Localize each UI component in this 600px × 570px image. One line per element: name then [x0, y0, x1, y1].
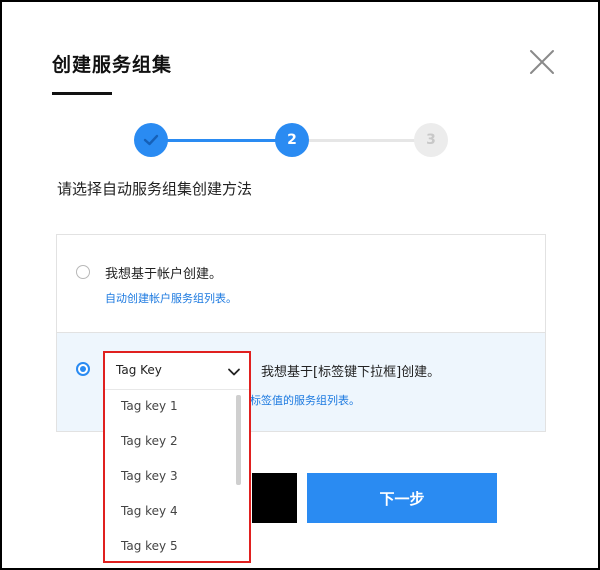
step-2-current: 2 — [275, 123, 309, 157]
dropdown-item-tag-key-5[interactable]: Tag key 5 — [121, 539, 178, 553]
option-account-link[interactable]: 自动创建帐户服务组列表。 — [105, 290, 237, 306]
option-tag-label: 我想基于[标签键下拉框]创建。 — [261, 365, 441, 380]
tag-key-selected-value: Tag Key — [116, 363, 162, 377]
dropdown-item-tag-key-3[interactable]: Tag key 3 — [121, 469, 178, 483]
stepper-line-completed — [152, 139, 292, 142]
dropdown-item-tag-key-1[interactable]: Tag key 1 — [121, 399, 178, 413]
chevron-down-icon — [228, 368, 240, 376]
option-tag-link[interactable]: 标签值的服务组列表。 — [250, 392, 360, 408]
dropdown-scrollbar[interactable] — [236, 395, 241, 485]
radio-account-based[interactable] — [76, 265, 90, 279]
tag-key-select[interactable]: Tag Key — [105, 353, 249, 389]
dialog-title: 创建服务组集 — [52, 54, 173, 76]
step-3-pending: 3 — [414, 123, 448, 157]
previous-button[interactable] — [252, 473, 297, 523]
option-account-based[interactable]: 我想基于帐户创建。 自动创建帐户服务组列表。 — [57, 235, 545, 333]
dropdown-item-tag-key-2[interactable]: Tag key 2 — [121, 434, 178, 448]
option-account-label: 我想基于帐户创建。 — [105, 267, 223, 282]
dropdown-item-tag-key-4[interactable]: Tag key 4 — [121, 504, 178, 518]
next-button[interactable]: 下一步 — [307, 473, 497, 523]
title-underline — [52, 92, 112, 95]
stepper-line-pending — [292, 139, 432, 142]
dialog: 创建服务组集 2 3 请选择自动服务组集创建方法 我想基于帐户创建。 自动创建帐… — [0, 0, 600, 570]
dropdown-divider — [105, 389, 249, 390]
close-icon[interactable] — [528, 48, 556, 76]
step-1-complete — [134, 123, 168, 157]
instruction-text: 请选择自动服务组集创建方法 — [57, 180, 253, 198]
check-icon — [143, 134, 159, 146]
radio-tag-based[interactable] — [76, 362, 90, 376]
tag-key-dropdown[interactable]: Tag Key Tag key 1 Tag key 2 Tag key 3 Ta… — [103, 351, 251, 563]
